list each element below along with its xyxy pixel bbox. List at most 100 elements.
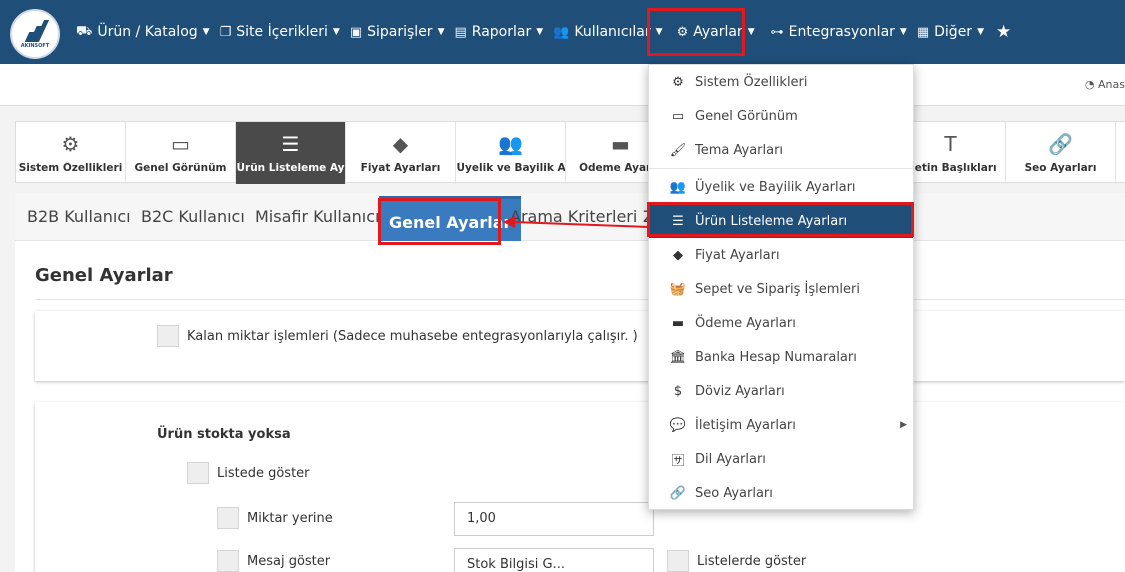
comments-icon: 💬 xyxy=(669,417,687,433)
dd-banka-hesap[interactable]: 🏛 Banka Hesap Numaraları xyxy=(649,340,913,374)
tab-misafir-kullanici[interactable]: Misafir Kullanıcı xyxy=(255,207,380,226)
users-icon: 👥 xyxy=(553,24,570,40)
list-icon: ☰ xyxy=(281,132,300,156)
icon-tab-fiyat-ayarlari[interactable]: ◆ Fiyat Ayarları xyxy=(346,122,456,184)
caret-down-icon: ▼ xyxy=(899,27,907,37)
tags-icon: ◆ xyxy=(392,132,409,156)
file-icon: ▤ xyxy=(454,24,467,40)
text-height-icon: T xyxy=(944,132,957,156)
dd-fiyat-ayarlari[interactable]: ◆ Fiyat Ayarları xyxy=(649,238,913,272)
dashboard-link[interactable]: ◔ Anas xyxy=(1085,78,1125,91)
ayarlar-dropdown-menu: ⚙ Sistem Özellikleri ▭ Genel Görünüm 🖌 Tema… xyxy=(648,64,914,510)
message-label: Mesaj göster xyxy=(247,553,331,569)
out-of-stock-box: Ürün stokta yoksa Listede göster Miktar … xyxy=(35,402,1125,572)
copy-icon: ❐ xyxy=(219,24,232,40)
menu-site-icerikleri[interactable]: ❐ Site İçerikleri ▼ xyxy=(216,0,346,64)
icon-tab-urun-listeleme[interactable]: ☰Ürün Listeleme Ayarla xyxy=(236,122,346,184)
sub-bar: ◔ Anas xyxy=(0,64,1125,106)
tab-b2b-kullanici[interactable]: B2B Kullanıcı xyxy=(27,207,131,226)
show-in-lists-row: Listelerde göster xyxy=(667,550,806,572)
remaining-qty-box: Kalan miktar işlemleri (Sadece muhasebe … xyxy=(35,311,1125,381)
main-panel: B2B Kullanıcı B2C Kullanıcı Misafir Kull… xyxy=(15,193,1125,572)
remaining-qty-checkbox[interactable] xyxy=(157,325,179,347)
remaining-qty-label: Kalan miktar işlemleri (Sadece muhasebe … xyxy=(187,328,638,344)
sitemap-icon: ⊶ xyxy=(770,24,784,40)
dd-uyelik-bayilik[interactable]: 👥 Üyelik ve Bayilik Ayarları xyxy=(649,170,913,204)
basket-icon: 🧺 xyxy=(669,281,687,297)
dd-odeme-ayarlari[interactable]: ▬ Ödeme Ayarları xyxy=(649,306,913,340)
caret-down-icon: ▼ xyxy=(536,27,544,37)
section-title: Genel Ayarlar xyxy=(35,265,173,286)
instead-of-qty-row: Miktar yerine xyxy=(217,507,333,529)
users-icon: 👥 xyxy=(669,179,687,195)
show-in-list-row: Listede göster xyxy=(187,462,310,484)
dd-seo-ayarlari[interactable]: 🔗 Seo Ayarları xyxy=(649,476,913,510)
cogs-icon: ⚙ xyxy=(672,74,684,90)
menu-entegrasyonlar[interactable]: ⊶ Entegrasyonlar ▼ xyxy=(767,0,913,64)
users-icon: 👥 xyxy=(498,132,523,156)
top-navbar: AKINSOFT ⛟ Ürün / Katalog ▼ ❐ Site İçerikle… xyxy=(0,0,1125,64)
link-icon: 🔗 xyxy=(1048,132,1073,156)
urun-listeleme-highlight-box xyxy=(647,202,914,237)
user-type-tabs: B2B Kullanıcı B2C Kullanıcı Misafir Kull… xyxy=(15,193,1125,241)
dd-genel-gorunum[interactable]: ▭ Genel Görünüm xyxy=(649,99,913,133)
tab-b2c-kullanici[interactable]: B2C Kullanıcı xyxy=(141,207,245,226)
grid-icon: ▦ xyxy=(916,24,930,40)
settings-icon-tabs: ⚙ Sistem Özellikleri ▭ Genel Görünüm ☰ Ürün… xyxy=(15,121,1125,184)
dd-tema-ayarlari[interactable]: 🖌 Tema Ayarları xyxy=(649,133,913,167)
caret-down-icon: ▼ xyxy=(747,27,755,37)
link-icon: 🔗 xyxy=(669,485,687,501)
icon-tab-sistem-ozellikleri[interactable]: ⚙ Sistem Özellikleri xyxy=(16,122,126,184)
logo-text: AKINSOFT xyxy=(20,42,50,49)
show-in-list-checkbox[interactable] xyxy=(187,462,209,484)
monitor-icon: ▭ xyxy=(671,108,685,124)
logo-mark-icon xyxy=(23,19,50,42)
monitor-icon: ▭ xyxy=(171,132,190,156)
menu-diger[interactable]: ▦ Diğer ▼ xyxy=(913,0,990,64)
divider xyxy=(35,299,1125,300)
show-in-lists-label: Listelerde göster xyxy=(697,553,807,569)
dd-iletisim-ayarlari[interactable]: 💬 İletişim Ayarları ▶ xyxy=(649,408,913,442)
icon-tab-genel-gorunum[interactable]: ▭ Genel Görünüm xyxy=(126,122,236,184)
genel-ayarlar-highlight-box xyxy=(378,198,501,245)
show-in-list-label: Listede göster xyxy=(217,465,310,481)
menu-siparisler[interactable]: ▣ Siparişler ▼ xyxy=(346,0,451,64)
icon-tab-uyelik[interactable]: 👥Üyelik ve Bayilik Ayar xyxy=(456,122,566,184)
message-input[interactable]: Stok Bilgisi G... xyxy=(454,548,654,572)
card-icon: ▬ xyxy=(671,315,685,331)
message-checkbox[interactable] xyxy=(217,550,239,572)
cogs-icon: ⚙ xyxy=(61,132,80,156)
tags-icon: ◆ xyxy=(673,247,683,263)
dd-separator xyxy=(649,168,913,169)
caret-down-icon: ▼ xyxy=(977,27,984,37)
main-menu: ⛟ Ürün / Katalog ▼ ❐ Site İçerikleri ▼ ▣ Sipa… xyxy=(72,0,1011,64)
qty-input[interactable]: 1,00 xyxy=(454,502,654,536)
delivery-icon: ▣ xyxy=(349,24,363,40)
card-icon: ▬ xyxy=(611,132,630,156)
akinsoft-logo[interactable]: AKINSOFT xyxy=(10,9,60,59)
message-row: Mesaj göster xyxy=(217,550,330,572)
dashboard-icon: ◔ xyxy=(1084,78,1095,91)
remaining-qty-row: Kalan miktar işlemleri (Sadece muhasebe … xyxy=(157,325,638,347)
out-of-stock-heading: Ürün stokta yoksa xyxy=(157,427,291,442)
caret-right-icon: ▶ xyxy=(900,420,907,430)
show-in-lists-checkbox[interactable] xyxy=(667,550,689,572)
menu-raporlar[interactable]: ▤ Raporlar ▼ xyxy=(451,0,550,64)
ayarlar-highlight-box xyxy=(647,8,745,56)
caret-down-icon: ▼ xyxy=(202,27,210,37)
brush-icon: 🖌 xyxy=(669,142,687,158)
instead-of-qty-checkbox[interactable] xyxy=(217,507,239,529)
dd-doviz-ayarlari[interactable]: $ Döviz Ayarları xyxy=(649,374,913,408)
dd-sepet-siparis[interactable]: 🧺 Sepet ve Sipariş İşlemleri xyxy=(649,272,913,306)
dd-dil-ayarlari[interactable]: 🈂 Dil Ayarları xyxy=(649,442,913,476)
dd-sistem-ozellikleri[interactable]: ⚙ Sistem Özellikleri xyxy=(649,65,913,99)
icon-tab-seo[interactable]: 🔗 Seo Ayarları xyxy=(1006,122,1116,184)
tab-arama-kriterleri[interactable]: Arama Kriterleri xyxy=(510,207,637,226)
favorites-star-icon[interactable]: ★ xyxy=(996,22,1011,42)
language-icon: 🈂 xyxy=(671,453,685,469)
menu-urun-katalog[interactable]: ⛟ Ürün / Katalog ▼ xyxy=(72,0,216,64)
bank-icon: 🏛 xyxy=(669,349,687,365)
instead-of-qty-label: Miktar yerine xyxy=(247,510,333,526)
caret-down-icon: ▼ xyxy=(437,27,445,37)
caret-down-icon: ▼ xyxy=(332,27,340,37)
